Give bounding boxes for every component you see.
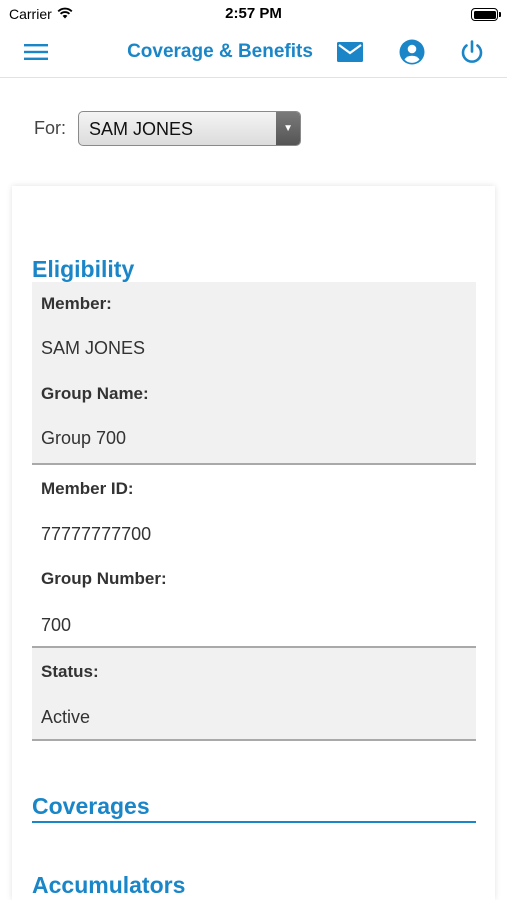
mail-icon[interactable] xyxy=(336,38,364,66)
page-title: Coverage & Benefits xyxy=(127,41,313,62)
for-label: For: xyxy=(34,118,67,138)
battery-icon xyxy=(471,8,501,21)
group-number-value: 700 xyxy=(41,615,72,635)
eligibility-block-member: Member: SAM JONES Group Name: Group 700 xyxy=(32,282,476,465)
member-id-label: Member ID: xyxy=(41,479,134,498)
status-time: 2:57 PM xyxy=(225,5,282,22)
eligibility-block-ids: Member ID: 77777777700 Group Number: 700 xyxy=(32,465,476,648)
member-select-value: SAM JONES xyxy=(89,119,194,139)
member-id-value: 77777777700 xyxy=(41,524,152,544)
power-icon[interactable] xyxy=(458,38,486,66)
status-bar: Carrier 2:57 PM xyxy=(0,0,507,28)
status-label: Status: xyxy=(41,662,99,681)
group-number-label: Group Number: xyxy=(41,569,167,588)
member-value: SAM JONES xyxy=(41,338,146,358)
coverage-card: Eligibility Member: SAM JONES Group Name… xyxy=(12,186,495,900)
member-select[interactable]: SAM JONES ▼ xyxy=(78,111,302,146)
eligibility-block-status: Status: Active xyxy=(32,648,476,741)
group-name-value: Group 700 xyxy=(41,428,127,448)
nav-bar: Coverage & Benefits xyxy=(0,28,507,78)
member-label: Member: xyxy=(41,294,112,313)
group-name-label: Group Name: xyxy=(41,384,149,403)
account-icon[interactable] xyxy=(398,38,426,66)
dropdown-arrow-icon[interactable]: ▼ xyxy=(276,112,301,145)
coverages-heading[interactable]: Coverages xyxy=(32,791,476,823)
menu-icon[interactable] xyxy=(22,38,50,66)
accumulators-heading[interactable]: Accumulators xyxy=(32,870,476,900)
status-value: Active xyxy=(41,707,91,727)
member-selector-row: For: SAM JONES ▼ xyxy=(34,111,302,146)
